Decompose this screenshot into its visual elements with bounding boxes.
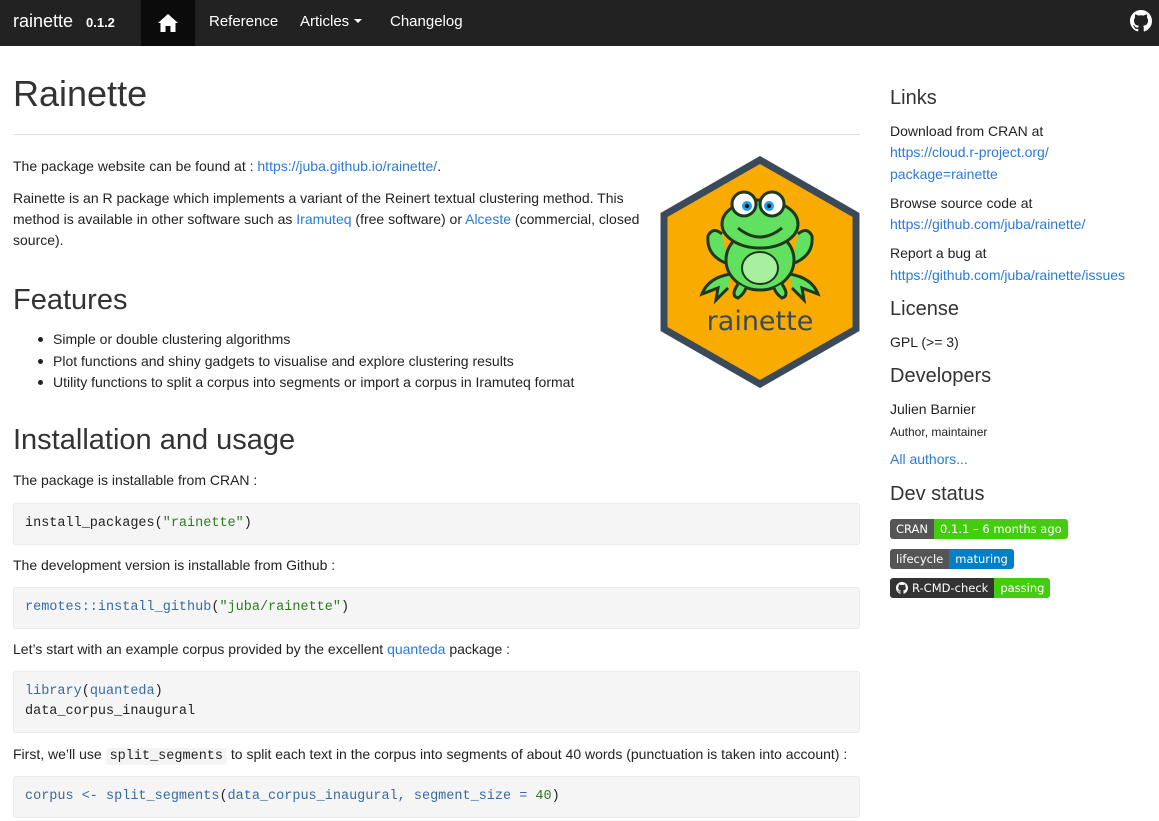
inline-code: split_segments	[105, 748, 227, 765]
home-icon	[158, 14, 178, 32]
split-paragraph: First, we’ll use split_segments to split…	[13, 744, 847, 767]
code-line: data_corpus_inaugural	[25, 704, 196, 719]
example-text: Let’s start with an example corpus provi…	[13, 641, 388, 657]
rainette-hex-logo: rainette	[660, 156, 860, 388]
code-block-install-cran[interactable]: install_packages("rainette")	[13, 503, 860, 545]
lifecycle-badge[interactable]: lifecycle maturing	[890, 549, 1014, 569]
code-fn: install_packages	[25, 516, 155, 531]
license-text: GPL (>= 3)	[890, 334, 959, 350]
features-list: Simple or double clustering algorithms P…	[13, 329, 574, 394]
badge-value: 0.1.1 – 6 months ago	[934, 519, 1068, 539]
split-suffix: to split each text in the corpus into se…	[227, 746, 848, 762]
nav-articles-label: Articles	[300, 13, 350, 30]
cran-url-link[interactable]: https://cloud.r-project.org/	[890, 142, 1049, 164]
page-title: Rainette	[13, 73, 148, 114]
badge-label: CRAN	[890, 519, 935, 539]
code-op: <-	[73, 789, 107, 804]
badge-label-wrap: R-CMD-check	[890, 578, 995, 598]
cran-label: Download from CRAN at	[890, 123, 1044, 139]
navbar: rainette 0.1.2 Reference Articles Change…	[0, 0, 1159, 46]
list-item: Utility functions to split a corpus into…	[13, 372, 574, 394]
developer-name: Julien Barnier	[890, 401, 976, 417]
badge-value: maturing	[949, 549, 1014, 569]
features-heading: Features	[13, 284, 128, 316]
badge-label: R-CMD-check	[912, 581, 989, 595]
iramuteq-link[interactable]: Iramuteq	[296, 211, 351, 227]
code-fn: remotes::install_github	[25, 600, 212, 615]
code-args: data_corpus_inaugural, segment_size =	[227, 789, 536, 804]
bug-label: Report a bug at	[890, 245, 987, 261]
github-icon	[896, 582, 908, 594]
website-link[interactable]: https://juba.github.io/rainette/	[257, 158, 437, 174]
intro-text: The package website can be found at :	[13, 158, 258, 174]
caret-down-icon	[354, 19, 363, 23]
source-url-link[interactable]: https://github.com/juba/rainette/	[890, 214, 1085, 236]
rcmdcheck-badge[interactable]: R-CMD-check passing	[890, 578, 1051, 598]
list-item: Plot functions and shiny gadgets to visu…	[13, 351, 574, 373]
install-cran-text: The package is installable from CRAN :	[13, 472, 258, 488]
example-paragraph: Let’s start with an example corpus provi…	[13, 639, 510, 660]
dev-status-heading: Dev status	[890, 483, 985, 505]
alceste-link[interactable]: Alceste	[465, 211, 511, 227]
title-divider	[13, 134, 860, 135]
github-icon	[1130, 10, 1152, 32]
nav-articles-dropdown[interactable]: Articles	[300, 13, 363, 30]
code-var: corpus	[25, 789, 74, 804]
code-string: "juba/rainette"	[219, 600, 341, 615]
split-text: First, we’ll use	[13, 746, 106, 762]
license-heading: License	[890, 298, 959, 320]
logo-text: rainette	[707, 306, 814, 337]
github-link[interactable]	[1130, 10, 1152, 32]
developer-role: Author, maintainer	[890, 425, 988, 439]
nav-reference[interactable]: Reference	[209, 13, 278, 30]
install-github-text: The development version is installable f…	[13, 557, 336, 573]
bug-url-link[interactable]: https://github.com/juba/rainette/issues	[890, 265, 1125, 287]
badge-value: passing	[994, 578, 1051, 598]
links-heading: Links	[890, 87, 937, 109]
code-block-split-segments[interactable]: corpus <- split_segments(data_corpus_ina…	[13, 776, 860, 818]
quanteda-link[interactable]: quanteda	[387, 641, 445, 657]
list-item: Simple or double clustering algorithms	[13, 329, 574, 351]
code-fn: library	[25, 684, 82, 699]
home-button[interactable]	[141, 0, 195, 46]
cran-url-link-continued[interactable]: package=rainette	[890, 164, 998, 186]
code-fn: split_segments	[106, 789, 220, 804]
code-line: library(quanteda)	[25, 684, 163, 699]
badge-label: lifecycle	[890, 549, 950, 569]
intro-paragraph: The package website can be found at : ht…	[13, 156, 441, 177]
code-block-load-corpus[interactable]: library(quanteda) data_corpus_inaugural	[13, 671, 860, 733]
code-block-install-github[interactable]: remotes::install_github("juba/rainette")	[13, 587, 860, 629]
description-paragraph: Rainette is an R package which implement…	[13, 188, 643, 251]
code-arg: quanteda	[89, 684, 155, 699]
source-label: Browse source code at	[890, 195, 1033, 211]
nav-changelog[interactable]: Changelog	[390, 13, 463, 30]
version-label: 0.1.2	[86, 15, 115, 30]
desc-text-2: (free software) or	[351, 211, 466, 227]
code-string: "rainette"	[162, 516, 244, 531]
example-suffix: package :	[445, 641, 511, 657]
all-authors-link[interactable]: All authors...	[890, 449, 968, 471]
intro-suffix: .	[437, 158, 442, 174]
brand-link[interactable]: rainette	[13, 11, 73, 32]
developers-heading: Developers	[890, 365, 992, 387]
installation-heading: Installation and usage	[13, 424, 296, 456]
cran-badge[interactable]: CRAN 0.1.1 – 6 months ago	[890, 519, 1068, 539]
code-number: 40	[535, 789, 552, 804]
